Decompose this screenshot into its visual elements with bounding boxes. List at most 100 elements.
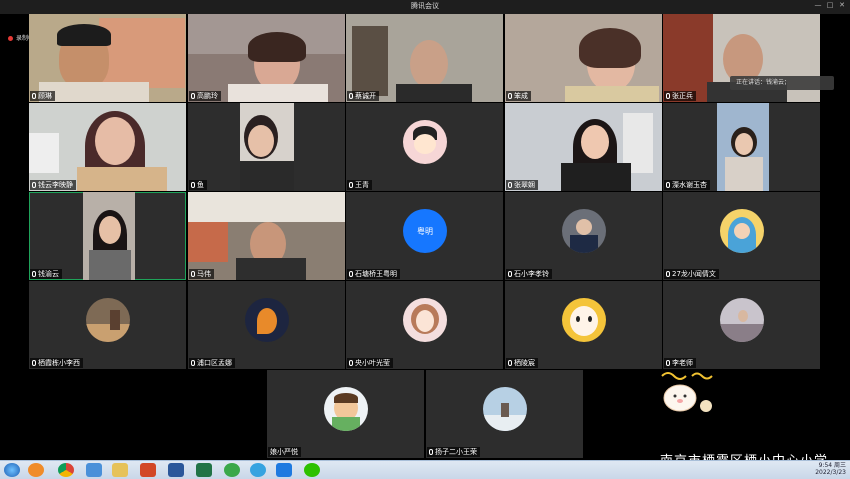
mic-icon: [508, 93, 512, 99]
participant-name: 溧水谢玉杏: [664, 180, 710, 190]
windows-taskbar: 9:54 周三 2022/3/23: [0, 460, 850, 479]
minimize-button[interactable]: —: [812, 1, 824, 9]
mic-icon: [191, 93, 195, 99]
excel-icon[interactable]: [196, 463, 212, 477]
participant-avatar: [324, 387, 368, 431]
window-titlebar: 腾讯会议 — □ ✕: [0, 0, 850, 14]
word-icon[interactable]: [168, 463, 184, 477]
mic-icon: [191, 182, 195, 188]
video-tile-22[interactable]: 扬子二小王荣: [426, 370, 583, 458]
participant-avatar: [403, 298, 447, 342]
video-tile-3[interactable]: 蔡诚开: [346, 14, 503, 102]
mic-icon: [32, 271, 36, 277]
video-tile-15[interactable]: 27龙小闻倩文: [663, 192, 820, 280]
participant-avatar: [483, 387, 527, 431]
person-shirt: [39, 82, 149, 102]
maximize-button[interactable]: □: [824, 1, 836, 9]
start-orb-icon[interactable]: [4, 463, 20, 477]
video-tile-8[interactable]: 王青: [346, 103, 503, 191]
person-jacket: [240, 161, 294, 191]
plant: [188, 222, 228, 262]
video-tile-7[interactable]: 鱼: [188, 103, 345, 191]
wall-map: [99, 18, 185, 88]
video-tile-17[interactable]: 浦口区孟娜: [188, 281, 345, 369]
powerpoint-icon[interactable]: [140, 463, 156, 477]
person-jacket: [89, 250, 131, 280]
participant-name: 扬子二小王荣: [427, 447, 480, 457]
video-tile-21[interactable]: 娘小严悦: [267, 370, 424, 458]
participant-name: 蔡诚开: [347, 91, 379, 101]
video-tile-6[interactable]: 钱云李映静: [29, 103, 186, 191]
participant-avatar: [720, 298, 764, 342]
bird-app-icon[interactable]: [86, 463, 102, 477]
video-tile-14[interactable]: 石小李孝铃: [505, 192, 662, 280]
person-shirt: [228, 84, 328, 102]
video-tile-12[interactable]: 马伟: [188, 192, 345, 280]
person-shirt: [725, 157, 763, 191]
mic-icon: [349, 271, 353, 277]
tencent-meeting-icon[interactable]: [276, 463, 292, 477]
video-tile-10[interactable]: 溧水谢玉杏: [663, 103, 820, 191]
mic-icon: [508, 271, 512, 277]
participant-avatar: [562, 298, 606, 342]
cartoon-sticker-icon: [661, 372, 713, 412]
mic-icon: [32, 182, 36, 188]
participant-name: 央小叶光莹: [347, 358, 393, 368]
video-tile-4[interactable]: 笨成: [505, 14, 662, 102]
file-explorer-icon[interactable]: [112, 463, 128, 477]
participant-avatar: [720, 209, 764, 253]
participant-name: 张正兵: [664, 91, 696, 101]
participant-name: 钱云李映静: [30, 180, 76, 190]
mic-icon: [508, 360, 512, 366]
mic-icon: [191, 360, 195, 366]
mic-icon: [666, 182, 670, 188]
video-tile-2[interactable]: 高鹏玲: [188, 14, 345, 102]
participant-avatar: [403, 120, 447, 164]
participant-name: 张翠娴: [506, 180, 538, 190]
wechat-icon[interactable]: [304, 463, 320, 477]
bookshelf: [663, 14, 713, 102]
participant-name: 马伟: [189, 269, 214, 279]
clock-date: 2022/3/23: [815, 469, 846, 476]
participant-name: 浦口区孟娜: [189, 358, 235, 368]
participant-name: 石小李孝铃: [506, 269, 552, 279]
clock-time: 9:54 周三: [818, 462, 846, 469]
person-face: [248, 125, 274, 157]
participant-initial-avatar: 粤明: [403, 209, 447, 253]
bookshelf: [352, 26, 388, 96]
browser-icon[interactable]: [224, 463, 240, 477]
video-player-icon[interactable]: [250, 463, 266, 477]
participant-name: 栖陵宸: [506, 358, 538, 368]
mic-icon: [349, 182, 353, 188]
video-tile-20[interactable]: 李老师: [663, 281, 820, 369]
mic-icon: [666, 93, 670, 99]
participant-avatar: [245, 298, 289, 342]
participant-name: 栖霞栋小李西: [30, 358, 83, 368]
system-clock[interactable]: 9:54 周三 2022/3/23: [815, 462, 846, 476]
video-tile-13[interactable]: 粤明 石塘桥王粤明: [346, 192, 503, 280]
video-tile-1[interactable]: 顾琳: [29, 14, 186, 102]
participant-avatar: [86, 298, 130, 342]
video-tile-19[interactable]: 栖陵宸: [505, 281, 662, 369]
video-tile-11[interactable]: 钱渝云: [29, 192, 186, 280]
video-tile-9[interactable]: 张翠娴: [505, 103, 662, 191]
mic-icon: [508, 182, 512, 188]
close-button[interactable]: ✕: [836, 1, 848, 9]
mic-icon: [666, 360, 670, 366]
mic-icon: [191, 271, 195, 277]
participant-name: 鱼: [189, 180, 207, 190]
chrome-icon[interactable]: [58, 463, 74, 477]
participant-avatar: [562, 209, 606, 253]
mic-icon: [349, 360, 353, 366]
speaking-indicator: 正在讲话：钱渝云；: [730, 76, 834, 90]
participant-name: 高鹏玲: [189, 91, 221, 101]
participant-name: 27龙小闻倩文: [664, 269, 719, 279]
ceiling: [188, 192, 345, 222]
participant-name: 石塘桥王粤明: [347, 269, 400, 279]
video-tile-16[interactable]: 栖霞栋小李西: [29, 281, 186, 369]
person-face: [95, 117, 135, 165]
record-dot-icon: [8, 36, 13, 41]
person-shirt: [565, 86, 659, 102]
video-tile-18[interactable]: 央小叶光莹: [346, 281, 503, 369]
media-player-icon[interactable]: [28, 463, 44, 477]
